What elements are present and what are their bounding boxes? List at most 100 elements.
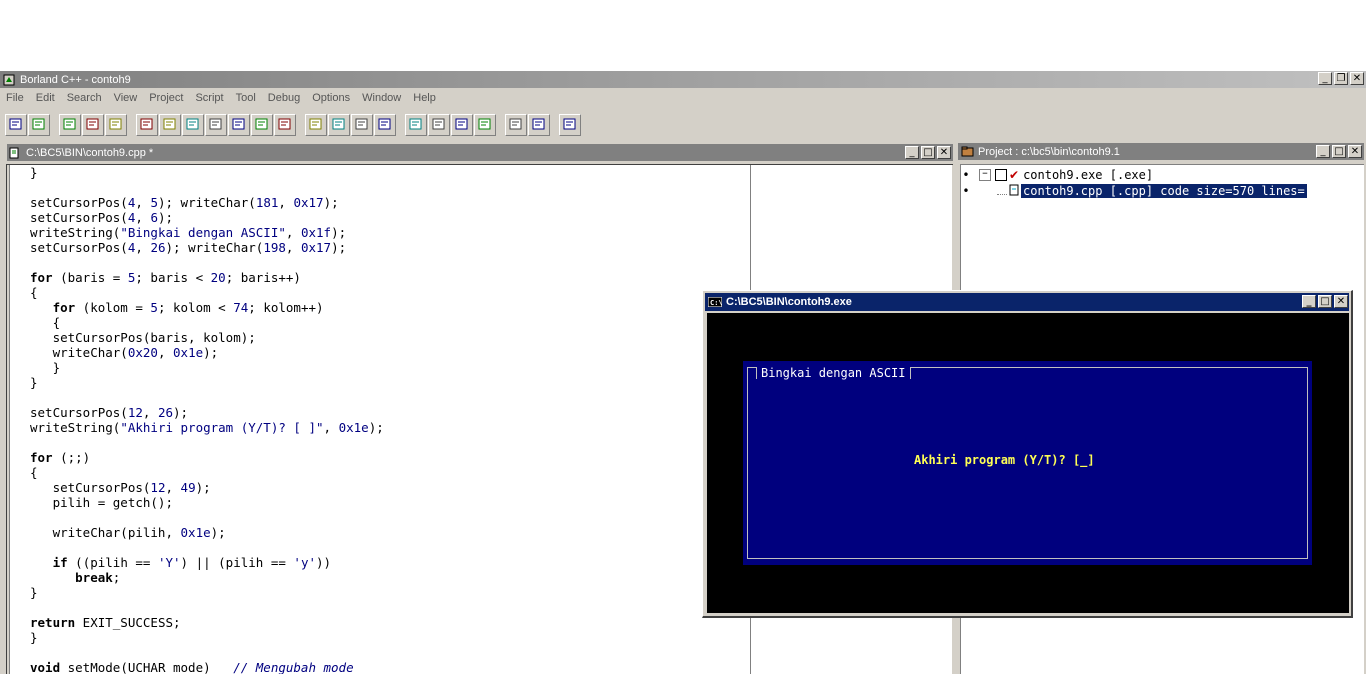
- ascii-frame: Bingkai dengan ASCII Akhiri program (Y/T…: [743, 361, 1312, 565]
- file-icon: [9, 146, 23, 160]
- tree-connector: [997, 188, 1007, 195]
- step-over-button[interactable]: [182, 114, 204, 136]
- editor-titlebar[interactable]: C:\BC5\BIN\contoh9.cpp * _ □ ✕: [7, 144, 953, 161]
- menubar: File Edit Search View Project Script Tool Debug…: [0, 89, 442, 107]
- speedbar: [5, 113, 590, 137]
- console-titlebar[interactable]: C:\ C:\BC5\BIN\contoh9.exe _ □ ✕: [705, 293, 1349, 311]
- cpp-file-icon: [1009, 184, 1019, 199]
- console-window: C:\ C:\BC5\BIN\contoh9.exe _ □ ✕ Bingkai…: [702, 290, 1353, 618]
- frame-title: Bingkai dengan ASCII: [756, 367, 911, 379]
- borland-app-icon: [2, 73, 16, 87]
- add-node-button[interactable]: [59, 114, 81, 136]
- menu-window[interactable]: Window: [356, 92, 407, 104]
- svg-text:C:\: C:\: [710, 299, 722, 307]
- menu-view[interactable]: View: [108, 92, 144, 104]
- console-icon: C:\: [708, 297, 722, 307]
- close-button[interactable]: ✕: [1350, 72, 1364, 85]
- menu-tool[interactable]: Tool: [230, 92, 262, 104]
- copy-button[interactable]: [351, 114, 373, 136]
- browse-symbol-button[interactable]: [474, 114, 496, 136]
- make-button[interactable]: [136, 114, 158, 136]
- tree-node-exe[interactable]: • − ✔ contoh9.exe [.exe]: [961, 167, 1153, 183]
- project-minimize-button[interactable]: _: [1316, 145, 1330, 158]
- edit-node-icon: [108, 116, 124, 135]
- find-icon: [408, 116, 424, 135]
- pause-button[interactable]: [251, 114, 273, 136]
- editor-minimize-button[interactable]: _: [905, 146, 919, 159]
- menu-file[interactable]: File: [0, 92, 30, 104]
- add-node-icon: [62, 116, 78, 135]
- console-maximize-button[interactable]: □: [1318, 295, 1332, 308]
- build-icon: [162, 116, 178, 135]
- console-title: C:\BC5\BIN\contoh9.exe: [726, 296, 852, 308]
- browse-button[interactable]: [274, 114, 296, 136]
- trace-into-button[interactable]: [205, 114, 227, 136]
- open-project-button[interactable]: [5, 114, 27, 136]
- exit-prompt: Akhiri program (Y/T)? [_]: [914, 453, 1095, 467]
- cut-icon: [331, 116, 347, 135]
- undo-button[interactable]: [305, 114, 327, 136]
- console-minimize-button[interactable]: _: [1302, 295, 1316, 308]
- run-icon: [231, 116, 247, 135]
- search-again-icon: [454, 116, 470, 135]
- build-button[interactable]: [159, 114, 181, 136]
- help-context-icon: [562, 116, 578, 135]
- menu-project[interactable]: Project: [143, 92, 189, 104]
- project-title: Project : c:\bc5\bin\contoh9.1: [978, 145, 1120, 158]
- bullet-icon: •: [962, 184, 970, 198]
- editor-title: C:\BC5\BIN\contoh9.cpp *: [26, 146, 154, 159]
- pause-icon: [254, 116, 270, 135]
- menu-options[interactable]: Options: [306, 92, 356, 104]
- project-icon: [961, 145, 975, 159]
- console-close-button[interactable]: ✕: [1334, 295, 1348, 308]
- menu-edit[interactable]: Edit: [30, 92, 61, 104]
- minimize-button[interactable]: _: [1318, 72, 1332, 85]
- tree-node-label: contoh9.exe [.exe]: [1023, 168, 1154, 182]
- collapse-icon[interactable]: −: [979, 169, 991, 181]
- menu-search[interactable]: Search: [61, 92, 108, 104]
- close-project-icon: [31, 116, 47, 135]
- window-cascade-button[interactable]: [528, 114, 550, 136]
- replace-button[interactable]: [428, 114, 450, 136]
- find-button[interactable]: [405, 114, 427, 136]
- paste-button[interactable]: [374, 114, 396, 136]
- delete-node-button[interactable]: [82, 114, 104, 136]
- bullet-icon: •: [962, 168, 970, 182]
- browse-symbol-icon: [477, 116, 493, 135]
- browse-icon: [277, 116, 293, 135]
- editor-maximize-button[interactable]: □: [921, 146, 935, 159]
- tree-node-label-selected: contoh9.cpp [.cpp] code size=570 lines=: [1021, 184, 1307, 198]
- editor-close-button[interactable]: ✕: [937, 146, 951, 159]
- window-tile-icon: [508, 116, 524, 135]
- copy-icon: [354, 116, 370, 135]
- step-over-icon: [185, 116, 201, 135]
- app-title: Borland C++ - contoh9: [20, 73, 131, 86]
- window-cascade-icon: [531, 116, 547, 135]
- undo-icon: [308, 116, 324, 135]
- borland-cpp-app: Borland C++ - contoh9 _ ❐ ✕ File Edit Sear…: [0, 71, 1366, 674]
- make-icon: [139, 116, 155, 135]
- paste-icon: [377, 116, 393, 135]
- help-context-button[interactable]: [559, 114, 581, 136]
- delete-node-icon: [85, 116, 101, 135]
- search-again-button[interactable]: [451, 114, 473, 136]
- project-close-button[interactable]: ✕: [1348, 145, 1362, 158]
- menu-debug[interactable]: Debug: [262, 92, 306, 104]
- project-maximize-button[interactable]: □: [1332, 145, 1346, 158]
- console-screen[interactable]: Bingkai dengan ASCII Akhiri program (Y/T…: [707, 313, 1349, 613]
- open-project-icon: [8, 116, 24, 135]
- menu-help[interactable]: Help: [407, 92, 442, 104]
- trace-into-icon: [208, 116, 224, 135]
- app-titlebar[interactable]: Borland C++ - contoh9 _ ❐ ✕: [0, 71, 1366, 88]
- node-checkbox-icon: [995, 169, 1007, 181]
- run-button[interactable]: [228, 114, 250, 136]
- window-tile-button[interactable]: [505, 114, 527, 136]
- cut-button[interactable]: [328, 114, 350, 136]
- menu-script[interactable]: Script: [189, 92, 229, 104]
- source-code: } setCursorPos(4, 5); writeChar(181, 0x1…: [30, 165, 384, 674]
- restore-button[interactable]: ❐: [1334, 72, 1348, 85]
- project-titlebar[interactable]: Project : c:\bc5\bin\contoh9.1 _ □ ✕: [958, 143, 1364, 160]
- tree-node-cpp[interactable]: • contoh9.cpp [.cpp] code size=570 lines…: [961, 183, 1307, 199]
- close-project-button[interactable]: [28, 114, 50, 136]
- edit-node-button[interactable]: [105, 114, 127, 136]
